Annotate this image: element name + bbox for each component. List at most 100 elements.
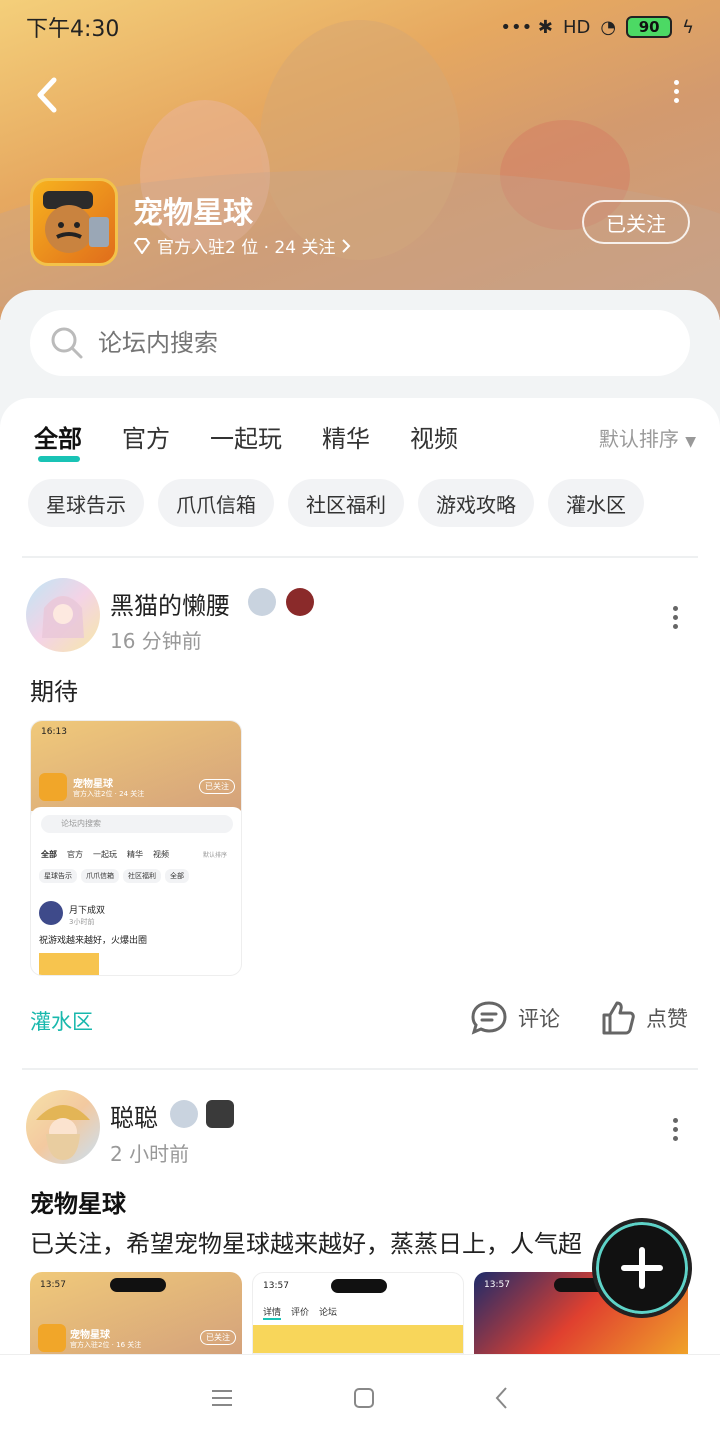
comment-label: 评论 [518,1007,560,1031]
level-badge-icon [248,588,276,616]
tab-all[interactable]: 全部 [34,419,82,462]
tab-featured[interactable]: 精华 [322,419,370,454]
post-text: 已关注，希望宠物星球越来越好，蒸蒸日上，人气超 [30,1230,582,1258]
thumb-time: 13:57 [484,1280,510,1290]
thumb-time: 13:57 [40,1280,66,1290]
battery-icon: 90 [626,16,673,38]
divider [22,1068,698,1070]
sort-dropdown[interactable]: 默认排序 ▼ [599,423,696,452]
charging-icon: ϟ [682,16,694,38]
mini-tab: 一起玩 [93,850,117,859]
witch-avatar-icon [36,1105,90,1160]
mini-username: 月下成双 [69,906,106,916]
avatar[interactable] [26,578,100,652]
post-image[interactable]: 13:57 详情 评价 论坛 [252,1272,464,1354]
mini-time: 16:13 [41,727,67,737]
bear-logo-icon [43,191,109,253]
thumbs-up-icon [602,1001,635,1035]
like-button[interactable]: 点赞 [600,1000,688,1036]
chip-welfare[interactable]: 社区福利 [288,479,404,527]
status-bar: 下午4:30 ••• ✱ HD ◔ 90 ϟ [0,0,720,54]
mini-chips: 星球告示 爪爪信箱 社区福利 全部 [39,869,189,883]
create-post-button[interactable] [592,1218,692,1318]
mini-post-image [39,953,99,975]
chip-guides[interactable]: 游戏攻略 [418,479,534,527]
post-time: 2 小时前 [110,1142,190,1166]
chip-mailbox[interactable]: 爪爪信箱 [158,479,274,527]
tab-video[interactable]: 视频 [410,419,458,454]
chevron-left-icon [37,77,57,113]
thumb-subtitle: 官方入驻2位 · 16 关注 [70,1341,142,1349]
thumb-tab: 论坛 [319,1308,338,1318]
mini-tab: 官方 [67,850,83,859]
menu-icon[interactable] [210,1388,234,1408]
mini-tab: 视频 [153,850,169,859]
game-subtitle-text: 官方入驻2 位 · 24 关注 [157,238,336,258]
post-more-button[interactable] [670,606,680,629]
comment-button[interactable]: 评论 [470,1000,560,1036]
mini-chip: 全部 [165,869,189,883]
anime-avatar-icon [42,596,84,638]
signal-icon: ••• ✱ [500,16,553,38]
game-subtitle[interactable]: 官方入驻2 位 · 24 关注 [133,233,351,258]
thumb-time: 13:57 [263,1281,289,1291]
mini-user-time: 3小时前 [69,918,95,926]
plus-icon [621,1247,663,1289]
category-chips: 星球告示 爪爪信箱 社区福利 游戏攻略 灌水区 [28,479,644,527]
mini-sort: 默认排序 [203,852,228,859]
dynamic-island [110,1278,166,1292]
back-icon[interactable] [494,1386,510,1410]
chip-chat[interactable]: 灌水区 [548,479,644,527]
more-options-button[interactable] [668,80,684,110]
search-bar[interactable] [30,310,690,376]
mini-follow: 已关注 [199,779,235,794]
chip-announcements[interactable]: 星球告示 [28,479,144,527]
search-icon [51,327,83,359]
divider [22,556,698,558]
post-username[interactable]: 黑猫的懒腰 [110,586,230,621]
back-button[interactable] [28,70,68,120]
thumb-tab: 详情 [263,1305,282,1320]
mini-post-text: 祝游戏越来越好，火爆出圈 [39,936,148,946]
diamond-icon [133,237,151,254]
mini-avatar [39,901,63,925]
thumb-banner [253,1325,463,1353]
tab-official[interactable]: 官方 [122,419,170,454]
game-icon[interactable] [30,178,118,266]
mini-game-title: 宠物星球 [73,779,113,790]
level-badge-icon [170,1100,198,1128]
like-label: 点赞 [646,1007,688,1031]
thumb-tabs: 详情 评价 论坛 [263,1305,337,1320]
system-nav-bar [0,1354,720,1440]
follow-button[interactable]: 已关注 [582,200,690,244]
chevron-right-icon [342,238,351,253]
mini-tabs: 全部 官方 一起玩 精华 视频 [41,849,169,860]
medal-badge-icon [206,1100,234,1128]
post-image[interactable]: 13:57 宠物星球 官方入驻2位 · 16 关注 已关注 [30,1272,242,1354]
post-time: 16 分钟前 [110,629,202,653]
post-username[interactable]: 聪聪 [110,1098,158,1133]
mini-chip: 社区福利 [123,869,161,883]
dynamic-island [331,1279,387,1293]
mini-tab: 精华 [127,850,143,859]
avatar[interactable] [26,1090,100,1164]
post-title: 宠物星球 [30,1190,126,1218]
post-image[interactable]: 16:13 宠物星球 官方入驻2位 · 24 关注 已关注 论坛内搜索 全部 官… [30,720,242,976]
post-tag[interactable]: 灌水区 [30,1006,93,1036]
thumb-tab: 评价 [291,1308,310,1318]
home-icon[interactable] [353,1387,375,1409]
tab-play-together[interactable]: 一起玩 [210,419,282,454]
search-input[interactable] [98,329,618,357]
post-text: 期待 [30,678,78,706]
thumb-game-icon [38,1324,66,1352]
status-time: 下午4:30 [26,17,120,42]
mini-chip: 爪爪信箱 [81,869,119,883]
mini-chip: 星球告示 [39,869,77,883]
network-label: HD [563,16,591,38]
wifi-icon: ◔ [600,16,617,38]
post-more-button[interactable] [670,1118,680,1141]
comment-icon [471,1001,507,1035]
mini-subtitle: 官方入驻2位 · 24 关注 [73,790,145,798]
game-title: 宠物星球 [133,196,253,231]
mini-game-icon [39,773,67,801]
